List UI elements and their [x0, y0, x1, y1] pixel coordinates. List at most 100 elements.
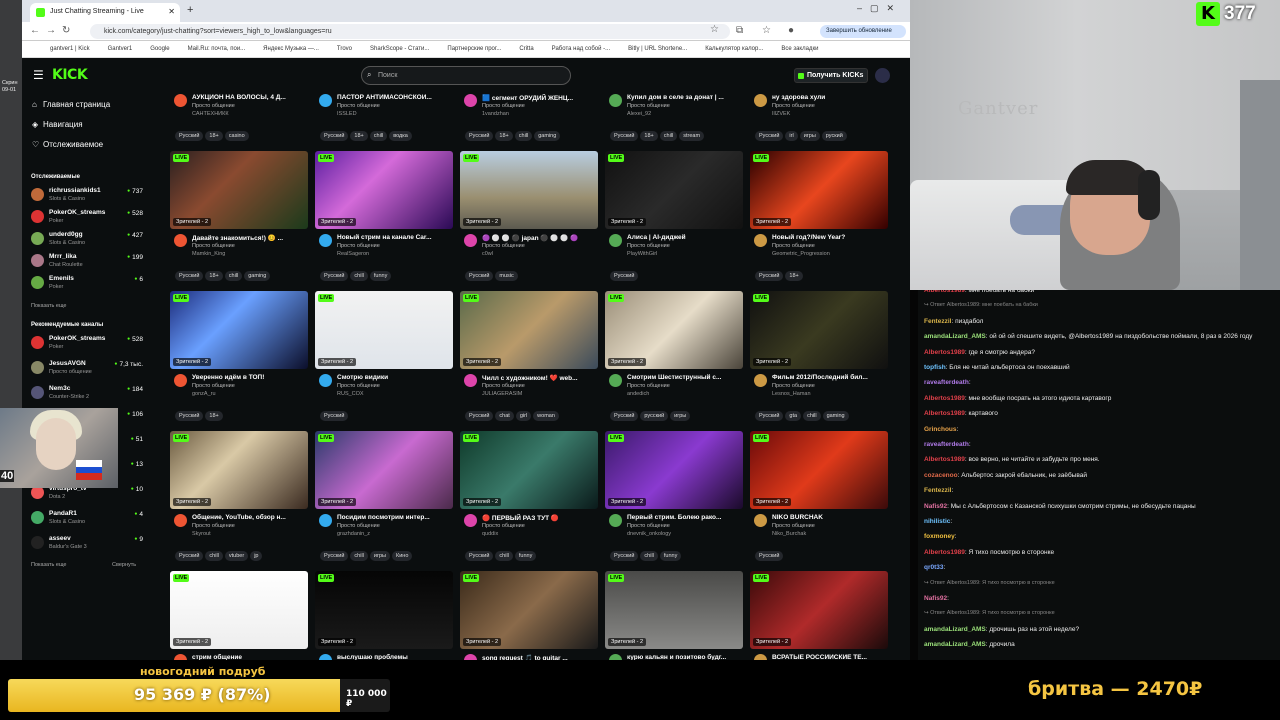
- stream-card[interactable]: LIVEЗрителей - 2стрим общениеПросто обще…: [170, 571, 308, 660]
- tag-chip[interactable]: игры: [799, 131, 820, 141]
- tag-chip[interactable]: funny: [369, 271, 392, 281]
- stream-card[interactable]: LIVE Зрителей - 2 Новый год?/New Year? Прос…: [750, 151, 888, 287]
- streamer-name[interactable]: Mamkin_King: [192, 251, 225, 257]
- chat-username[interactable]: Albertos1989: [924, 456, 965, 463]
- stream-thumbnail[interactable]: LIVE Зрителей - 2: [750, 291, 888, 369]
- tag-chip[interactable]: Русский: [465, 411, 494, 421]
- streamer-avatar[interactable]: [754, 94, 767, 107]
- sidebar-channel[interactable]: richrussiankids1 Slots & Casino 737: [31, 186, 143, 204]
- stream-card[interactable]: LIVE Зрителей - 2 Давайте знакомиться!) 😊 …: [170, 151, 308, 287]
- chat-username[interactable]: Grinchous: [924, 426, 957, 433]
- tag-chip[interactable]: irl: [785, 131, 798, 141]
- streamer-name[interactable]: JULIAGERASIM: [482, 391, 522, 397]
- stream-title[interactable]: Чилл с художником! ❤️ web...: [482, 374, 598, 382]
- bookmark-item[interactable]: Работа над собой -...: [552, 46, 610, 52]
- chat-username[interactable]: Albertos1989: [924, 410, 965, 417]
- stream-thumbnail[interactable]: LIVE Зрителей - 2: [170, 151, 308, 229]
- streamer-name[interactable]: IllZVEK: [772, 111, 790, 117]
- tag-chip[interactable]: водка: [389, 131, 412, 141]
- streamer-avatar[interactable]: [319, 514, 332, 527]
- stream-category[interactable]: Просто общение: [192, 103, 235, 109]
- sidebar-channel[interactable]: Emenils Poker 6: [31, 274, 143, 292]
- bookmark-item[interactable]: Google: [150, 46, 169, 52]
- tag-chip[interactable]: Русский: [320, 551, 349, 561]
- sidebar-channel[interactable]: JesusAVGN Просто общение 7,3 тыс.: [31, 359, 143, 377]
- bookmark-item[interactable]: Gantver1: [108, 46, 133, 52]
- stream-card[interactable]: LIVE Зрителей - 2 🟣 ⚪ ⚪ ⚫ japan ⚫ ⚪ ⚪ 🟣 Про…: [460, 151, 598, 287]
- chat-username[interactable]: Fentezzil: [924, 487, 951, 494]
- tag-chip[interactable]: Русский: [755, 271, 784, 281]
- stream-category[interactable]: Просто общение: [772, 383, 815, 389]
- tag-chip[interactable]: Русский: [320, 131, 349, 141]
- tag-chip[interactable]: gta: [785, 411, 802, 421]
- tag-chip[interactable]: chill: [495, 551, 513, 561]
- bookmark-item[interactable]: Яндекс Музыка —...: [263, 46, 319, 52]
- stream-category[interactable]: Просто общение: [772, 243, 815, 249]
- tag-chip[interactable]: Русский: [610, 131, 639, 141]
- stream-card[interactable]: LIVE Зрителей - 2 ВСРАТЫЕ РОССИЙСКИЕ ТЕ...…: [750, 571, 888, 660]
- stream-card[interactable]: LIVE Зрителей - 2 Чилл с художником! ❤️ we…: [460, 291, 598, 427]
- browser-tab[interactable]: Just Chatting Streaming - Live ✕: [30, 3, 180, 22]
- streamer-avatar[interactable]: [754, 374, 767, 387]
- kick-logo[interactable]: KICK: [52, 67, 88, 83]
- stream-thumbnail[interactable]: LIVE Зрителей - 2: [170, 291, 308, 369]
- stream-thumbnail[interactable]: LIVE Зрителей - 2: [605, 151, 743, 229]
- chat-username[interactable]: qr0t33: [924, 564, 944, 571]
- stream-card[interactable]: 🟦 сегмент ОРУДИЙ ЖЕНЦ... Просто общение 1v…: [460, 58, 598, 147]
- bookmark-item[interactable]: Mail.Ru: почта, пои...: [188, 46, 246, 52]
- streamer-name[interactable]: ISSLED: [337, 111, 357, 117]
- bookmark-item[interactable]: gantver1 | Kick: [50, 46, 90, 52]
- streamer-avatar[interactable]: [464, 234, 477, 247]
- stream-title[interactable]: Новый год?/New Year?: [772, 234, 888, 241]
- tag-chip[interactable]: 18+: [205, 131, 223, 141]
- streamer-name[interactable]: Niko_Burchak: [772, 531, 806, 537]
- stream-thumbnail[interactable]: LIVE Зрителей - 2: [315, 431, 453, 509]
- tag-chip[interactable]: Русский: [465, 551, 494, 561]
- chat-username[interactable]: amandaLizard_AMS: [924, 626, 986, 633]
- streamer-name[interactable]: grazhdanin_z: [337, 531, 370, 537]
- new-tab-icon[interactable]: +: [187, 4, 193, 16]
- stream-title[interactable]: Посидим посмотрим интер...: [337, 514, 453, 521]
- tag-chip[interactable]: Русский: [175, 271, 204, 281]
- bookmark-item[interactable]: Все закладки: [781, 46, 818, 52]
- url-input[interactable]: kick.com/category/just-chatting?sort=vie…: [90, 24, 730, 39]
- tag-chip[interactable]: 18+: [640, 131, 658, 141]
- tag-chip[interactable]: руский: [821, 131, 847, 141]
- stream-card[interactable]: Купил дом в селе за донат | ... Просто об…: [605, 58, 743, 147]
- chat-username[interactable]: topfish: [924, 364, 946, 371]
- tag-chip[interactable]: Русский: [175, 551, 204, 561]
- sidebar-channel[interactable]: Nem3c Counter-Strike 2 184: [31, 384, 143, 402]
- stream-category[interactable]: Просто общение: [772, 523, 815, 529]
- stream-category[interactable]: Просто общение: [482, 243, 525, 249]
- tag-chip[interactable]: русский: [640, 411, 669, 421]
- tag-chip[interactable]: Русский: [755, 411, 784, 421]
- nav-browse[interactable]: ◈ Навигация: [32, 120, 83, 129]
- streamer-avatar[interactable]: [174, 94, 187, 107]
- stream-title[interactable]: Фильм 2012/Последний бил...: [772, 374, 888, 381]
- streamer-name[interactable]: 1vandzhan: [482, 111, 509, 117]
- stream-card[interactable]: LIVE Зрителей - 2 NIKO BURCHAK Просто общен…: [750, 431, 888, 567]
- streamer-name[interactable]: Lesnos_Haman: [772, 391, 811, 397]
- stream-category[interactable]: Просто общение: [482, 523, 525, 529]
- stream-thumbnail[interactable]: LIVE Зрителей - 2: [170, 431, 308, 509]
- chat-username[interactable]: amandaLizard_AMS: [924, 333, 986, 340]
- chat-username[interactable]: amandaLizard_AMS: [924, 641, 986, 648]
- tag-chip[interactable]: 18+: [205, 271, 223, 281]
- streamer-name[interactable]: quddix: [482, 531, 498, 537]
- stream-card[interactable]: LIVE Зрителей - 2 Смотрю видики Просто обще…: [315, 291, 453, 427]
- chat-username[interactable]: Albertos1989: [924, 290, 965, 294]
- streamer-avatar[interactable]: [754, 234, 767, 247]
- stream-title[interactable]: Смотрим Шестиструнный с...: [627, 374, 743, 381]
- back-icon[interactable]: ←: [30, 25, 40, 36]
- chat-username[interactable]: foxmoney: [924, 533, 955, 540]
- tag-chip[interactable]: игры: [670, 411, 691, 421]
- stream-category[interactable]: Просто общение: [627, 243, 670, 249]
- stream-card[interactable]: ну здорова хули Просто общение IllZVEK Русс…: [750, 58, 888, 147]
- stream-thumbnail[interactable]: LIVE Зрителей - 2: [315, 151, 453, 229]
- streamer-name[interactable]: RUS_COX: [337, 391, 364, 397]
- stream-title[interactable]: АУКЦИОН НА ВОЛОСЫ, 4 Д...: [192, 94, 308, 101]
- tag-chip[interactable]: chill: [803, 411, 821, 421]
- stream-card[interactable]: LIVEЗрителей - 2выслушаю проблемыПросто …: [315, 571, 453, 660]
- tag-chip[interactable]: jp: [250, 551, 263, 561]
- favorites-icon[interactable]: ☆: [762, 25, 771, 36]
